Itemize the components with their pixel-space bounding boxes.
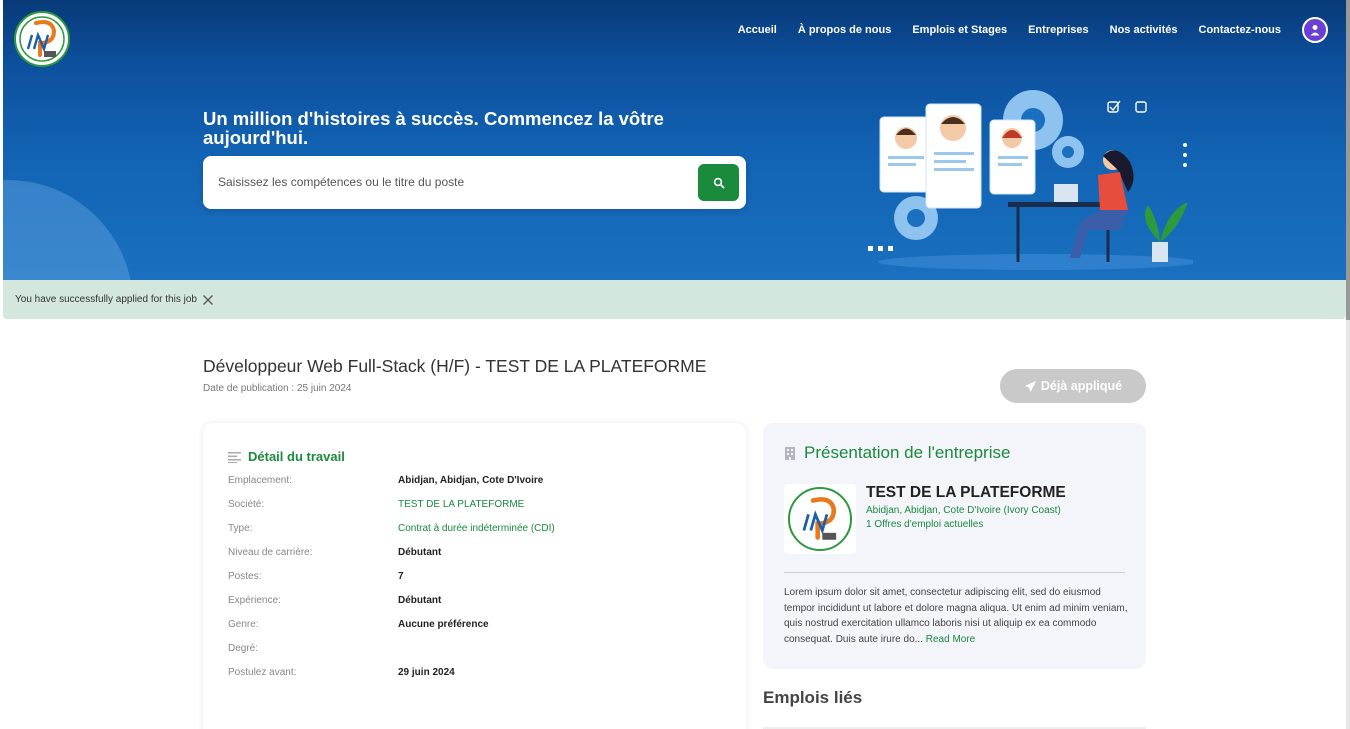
detail-label: Degré: xyxy=(228,643,259,654)
company-card: Présentation de l'entreprise TEST DE LA … xyxy=(763,423,1146,669)
job-detail-list: Emplacement: Abidjan, Abidjan, Cote D'Iv… xyxy=(228,475,555,691)
alert-message: You have successfully applied for this j… xyxy=(15,294,197,305)
nav-item-accueil[interactable]: Accueil xyxy=(738,24,777,36)
company-logo-emblem xyxy=(788,487,852,551)
user-avatar[interactable] xyxy=(1302,17,1328,43)
nav-item-emplois[interactable]: Emplois et Stages xyxy=(912,24,1007,36)
detail-row-degree: Degré: xyxy=(228,643,555,667)
company-logo[interactable] xyxy=(784,484,856,554)
detail-row-career-level: Niveau de carrière: Débutant xyxy=(228,547,555,571)
job-detail-card: Détail du travail Emplacement: Abidjan, … xyxy=(203,423,746,729)
user-icon xyxy=(1310,25,1320,36)
job-detail-header: Détail du travail xyxy=(228,449,345,464)
nav-item-entreprises[interactable]: Entreprises xyxy=(1028,24,1089,36)
nav-item-activites[interactable]: Nos activités xyxy=(1110,24,1178,36)
nav-item-a-propos[interactable]: À propos de nous xyxy=(798,24,892,36)
detail-value: Aucune préférence xyxy=(398,619,489,630)
scrollbar-thumb[interactable] xyxy=(1346,0,1350,320)
detail-value: 29 juin 2024 xyxy=(398,667,455,678)
detail-row-experience: Expérience: Débutant xyxy=(228,595,555,619)
list-icon xyxy=(228,451,241,463)
company-open-offers[interactable]: 1 Offres d'emploi actuelles xyxy=(866,519,983,530)
close-icon[interactable] xyxy=(202,294,214,306)
detail-value: 7 xyxy=(398,571,404,582)
company-name[interactable]: TEST DE LA PLATEFORME xyxy=(866,484,1066,502)
detail-label: Postes: xyxy=(228,571,262,582)
publication-date: Date de publication : 25 juin 2024 xyxy=(203,383,352,394)
detail-label: Société: xyxy=(228,499,265,510)
search-button[interactable] xyxy=(698,164,739,201)
read-more-link[interactable]: Read More xyxy=(926,634,975,645)
company-description: Lorem ipsum dolor sit amet, consectetur … xyxy=(784,585,1129,647)
detail-value: Débutant xyxy=(398,547,442,558)
recruitment-illustration xyxy=(868,90,1193,270)
divider xyxy=(784,572,1125,573)
detail-label: Expérience: xyxy=(228,595,281,606)
search-icon xyxy=(713,177,724,188)
contract-type-link[interactable]: Contrat à durée indéterminée (CDI) xyxy=(398,523,555,547)
detail-row-gender: Genre: Aucune préférence xyxy=(228,619,555,643)
page-scrollbar[interactable] xyxy=(1346,0,1350,729)
search-input[interactable] xyxy=(218,171,688,193)
hero-banner: Accueil À propos de nous Emplois et Stag… xyxy=(3,0,1346,280)
hero-decor-circle xyxy=(3,180,133,280)
hero-title: Un million d'histoires à succès. Commenc… xyxy=(203,108,664,148)
detail-value: Débutant xyxy=(398,595,442,606)
building-icon xyxy=(785,446,795,460)
search-bar xyxy=(203,156,746,209)
already-applied-label: Déjà appliqué xyxy=(1040,379,1123,393)
detail-row-deadline: Postulez avant: 29 juin 2024 xyxy=(228,667,555,691)
company-header: Présentation de l'entreprise xyxy=(784,443,1010,463)
detail-label: Type: xyxy=(228,523,253,534)
detail-label: Emplacement: xyxy=(228,475,292,486)
company-heading: Présentation de l'entreprise xyxy=(804,443,1011,462)
detail-row-positions: Postes: 7 xyxy=(228,571,555,595)
job-title: Développeur Web Full-Stack (H/F) - TEST … xyxy=(203,356,707,376)
detail-row-type: Type: Contrat à durée indéterminée (CDI) xyxy=(228,523,555,547)
site-logo[interactable] xyxy=(14,11,70,67)
already-applied-button[interactable]: Déjà appliqué xyxy=(1000,369,1146,403)
logo-emblem-icon xyxy=(802,497,837,540)
company-location: Abidjan, Abidjan, Cote D'Ivoire (Ivory C… xyxy=(866,505,1061,516)
company-link[interactable]: TEST DE LA PLATEFORME xyxy=(398,499,524,523)
paper-plane-icon xyxy=(1024,380,1036,392)
detail-row-location: Emplacement: Abidjan, Abidjan, Cote D'Iv… xyxy=(228,475,555,499)
detail-label: Postulez avant: xyxy=(228,667,297,678)
success-alert: You have successfully applied for this j… xyxy=(3,280,1346,319)
detail-value: Abidjan, Abidjan, Cote D'Ivoire xyxy=(398,475,544,486)
logo-emblem-icon xyxy=(19,16,65,62)
nav-item-contact[interactable]: Contactez-nous xyxy=(1199,24,1282,36)
detail-row-company: Société: TEST DE LA PLATEFORME xyxy=(228,499,555,523)
job-detail-heading: Détail du travail xyxy=(248,449,345,464)
detail-label: Niveau de carrière: xyxy=(228,547,313,558)
detail-label: Genre: xyxy=(228,619,259,630)
main-nav: Accueil À propos de nous Emplois et Stag… xyxy=(717,17,1328,43)
related-jobs-heading: Emplois liés xyxy=(763,688,863,707)
